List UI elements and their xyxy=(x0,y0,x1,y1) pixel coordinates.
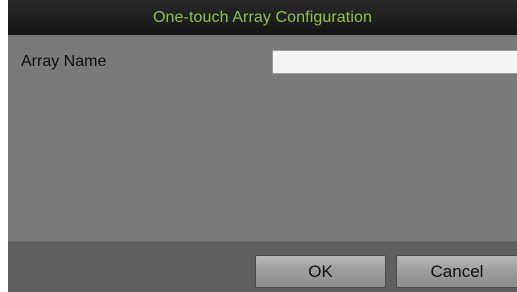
dialog-body: Array Name xyxy=(8,35,517,241)
array-name-input[interactable] xyxy=(272,50,517,74)
dialog-footer: OK Cancel xyxy=(8,241,517,292)
dialog-title-bar: One-touch Array Configuration xyxy=(8,0,517,35)
array-name-label: Array Name xyxy=(21,53,107,70)
dialog-title: One-touch Array Configuration xyxy=(152,8,373,26)
one-touch-array-dialog: One-touch Array Configuration Array Name… xyxy=(8,0,517,292)
ok-button[interactable]: OK xyxy=(255,255,386,288)
cancel-button[interactable]: Cancel xyxy=(396,255,517,288)
